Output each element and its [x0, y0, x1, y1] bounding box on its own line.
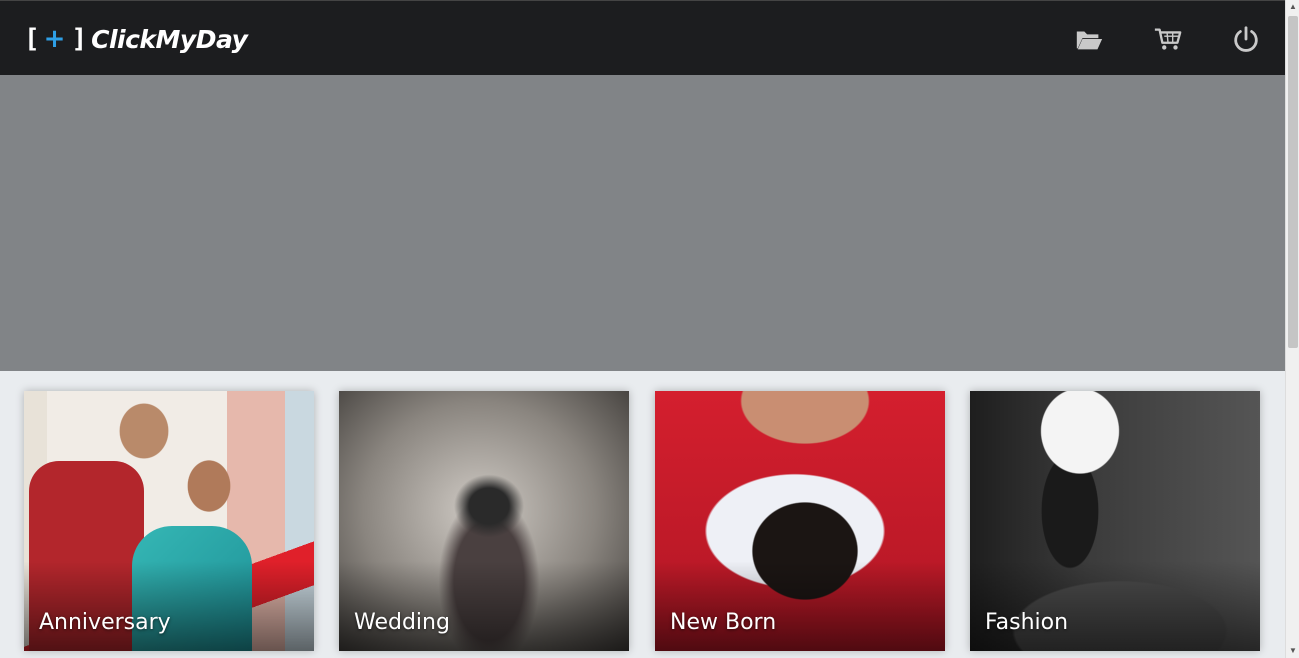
cart-icon-glyph [1154, 28, 1182, 50]
category-cards: Anniversary Wedding New Born Fashion [0, 371, 1285, 658]
folder-open-icon-glyph [1076, 31, 1103, 50]
power-icon[interactable] [1230, 23, 1262, 55]
scroll-down-arrow-icon[interactable]: ▼ [1286, 644, 1299, 658]
category-label: New Born [670, 610, 777, 635]
category-label: Wedding [354, 610, 450, 635]
category-card-fashion[interactable]: Fashion [970, 391, 1260, 651]
category-card-wedding[interactable]: Wedding [339, 391, 629, 651]
category-label: Anniversary [39, 610, 171, 635]
logo-plus-icon: + [43, 24, 66, 54]
category-label: Fashion [985, 610, 1069, 635]
folder-open-icon[interactable] [1073, 23, 1105, 55]
vertical-scrollbar[interactable]: ▲ ▼ [1285, 0, 1299, 658]
power-icon-glyph [1234, 26, 1258, 52]
hero-banner [0, 75, 1285, 371]
card-shade [655, 561, 945, 651]
top-navbar: [ + ] ClickMyDay [0, 0, 1285, 75]
card-shade [339, 561, 629, 651]
logo-close-bracket: ] [71, 24, 87, 54]
category-card-new-born[interactable]: New Born [655, 391, 945, 651]
card-shade [24, 561, 314, 651]
cart-icon[interactable] [1152, 23, 1184, 55]
card-shade [970, 561, 1260, 651]
logo-open-bracket: [ [24, 24, 40, 54]
category-card-anniversary[interactable]: Anniversary [24, 391, 314, 651]
scroll-up-arrow-icon[interactable]: ▲ [1286, 0, 1299, 14]
brand-name: ClickMyDay [91, 24, 248, 54]
scroll-thumb[interactable] [1288, 16, 1298, 348]
brand-logo[interactable]: [ + ] ClickMyDay [24, 19, 248, 59]
